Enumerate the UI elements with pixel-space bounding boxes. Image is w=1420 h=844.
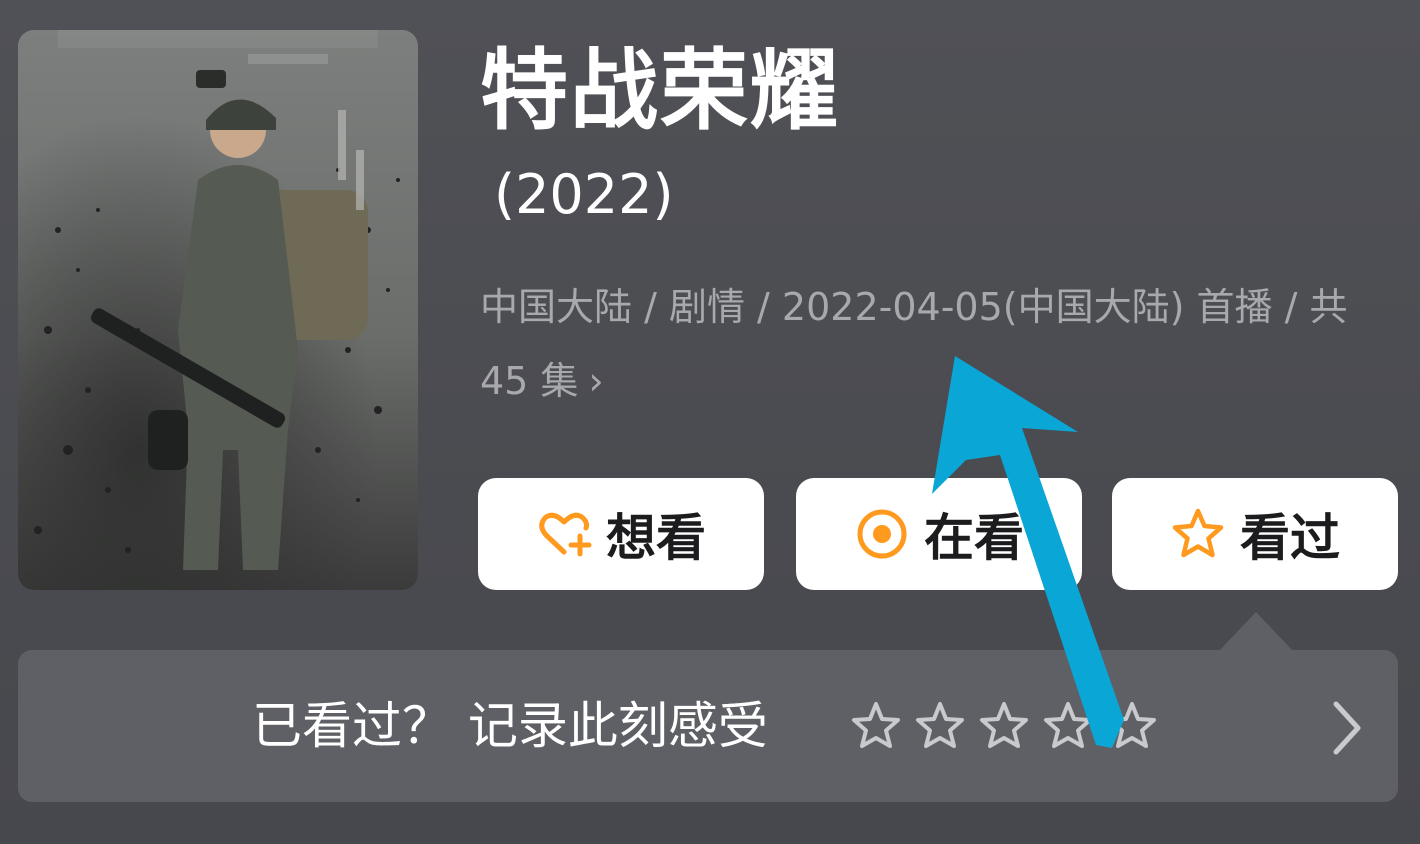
star-outline-icon (1170, 506, 1226, 562)
chevron-right-icon: › (588, 359, 604, 403)
watched-button[interactable]: 看过 (1112, 478, 1398, 590)
show-detail-page: 特战荣耀 (2022) 中国大陆 / 剧情 / 2022-04-05(中国大陆)… (0, 0, 1420, 844)
star-1-icon[interactable] (848, 698, 904, 754)
chevron-right-icon[interactable] (1326, 698, 1366, 758)
watching-label: 在看 (924, 509, 1024, 567)
star-3-icon[interactable] (976, 698, 1032, 754)
star-2-icon[interactable] (912, 698, 968, 754)
panel-pointer (1218, 612, 1294, 652)
target-circle-icon (854, 506, 910, 562)
heart-plus-icon (536, 506, 592, 562)
show-year: (2022) (494, 163, 674, 226)
show-meta-link[interactable]: 中国大陆 / 剧情 / 2022-04-05(中国大陆) 首播 / 共 45 集… (480, 270, 1360, 418)
watching-button[interactable]: 在看 (796, 478, 1082, 590)
star-5-icon[interactable] (1104, 698, 1160, 754)
poster-image[interactable] (18, 30, 418, 590)
show-title: 特战荣耀 (480, 39, 841, 142)
want-to-watch-button[interactable]: 想看 (478, 478, 764, 590)
show-meta-text: 中国大陆 / 剧情 / 2022-04-05(中国大陆) 首播 / 共 45 集 (480, 285, 1348, 403)
rating-stars[interactable] (848, 698, 1160, 754)
poster-artwork (18, 30, 418, 590)
star-4-icon[interactable] (1040, 698, 1096, 754)
watched-label: 看过 (1240, 509, 1340, 567)
want-to-watch-label: 想看 (606, 509, 706, 567)
rating-prompt: 已看过？ 记录此刻感受 (252, 697, 768, 755)
